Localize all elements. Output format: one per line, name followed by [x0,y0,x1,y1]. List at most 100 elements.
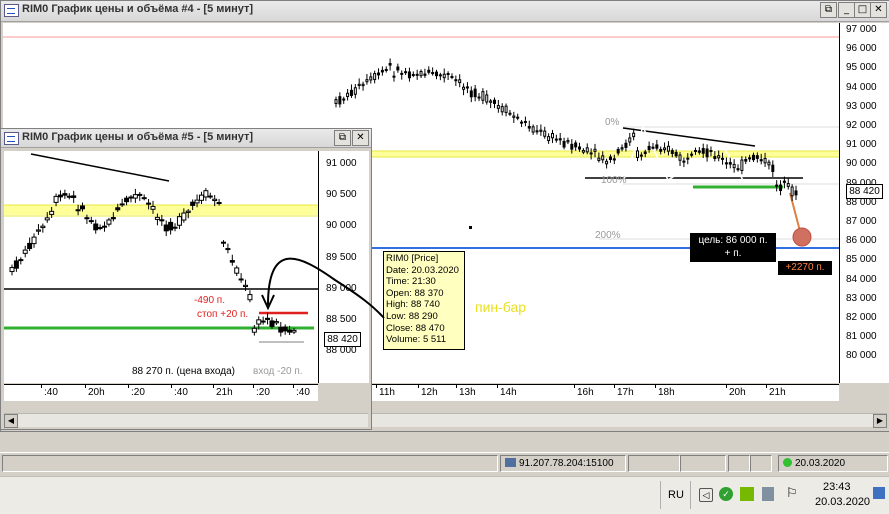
main-horizontal-scrollbar[interactable]: ▶ [371,413,887,428]
candle-body [44,217,50,221]
candle-body [782,180,786,183]
candle-body [636,150,640,158]
status-bar: 91.207.78.204:15100 20.03.2020 [0,452,889,473]
candle-body [137,193,143,196]
taskbar: RU ◁ ✓ ⚐ 23:43 20.03.2020 [0,476,889,514]
small-scroll-left-arrow[interactable]: ◀ [4,414,18,428]
clock-date[interactable]: 20.03.2020 [815,496,870,508]
candle-body [190,201,196,206]
candle-body [427,69,431,73]
target-box: цель: 86 000 п. + п. [690,233,776,262]
candle-body [690,153,694,156]
minimize-button[interactable]: _ [838,2,855,18]
main-time-tick-mark [726,385,727,388]
candle-body [450,76,454,79]
candle-body [674,151,678,157]
main-time-tick-mark [376,385,377,388]
candle-body [35,229,41,232]
candle-body [198,194,204,201]
candle-body [282,326,288,332]
small-price-chart[interactable]: -490 п. стоп +20 п. 88 270 п. (цена вход… [4,151,318,383]
candle-body [238,278,244,281]
candle-body [442,73,446,79]
trend-line [622,127,756,147]
yellow-level-band [371,151,839,157]
candle-body [150,205,156,210]
candle-body [13,260,19,269]
main-time-tick-mark [766,385,767,388]
small-close-button[interactable]: ✕ [352,130,369,146]
candle-body [678,154,682,161]
maximize-button[interactable]: □ [854,2,871,18]
nvidia-icon[interactable] [740,487,754,501]
show-desktop-icon[interactable] [873,487,885,499]
main-price-tick-label: 86 000 [846,235,877,247]
candle-body [531,126,535,133]
tooltip-title: RIM0 [Price] [386,253,439,264]
language-indicator[interactable]: RU [668,489,684,501]
candle-body [558,138,562,141]
candle-body [763,157,767,164]
scroll-right-arrow[interactable]: ▶ [873,414,887,428]
main-time-tick-label: 18h [658,387,675,398]
candle-body [566,140,570,143]
candle-body [771,164,775,173]
candle-body [632,132,636,138]
candle-body [512,115,516,118]
network-tray-icon[interactable] [762,487,774,501]
candle-body [458,79,462,84]
small-price-tick-label: 90 000 [326,220,357,232]
main-price-tick-label: 92 000 [846,120,877,131]
target-box-line1: цель: 86 000 п. [698,235,768,246]
candle-body [415,73,419,76]
small-price-axis[interactable]: 91 000 90 500 90 000 89 500 89 000 88 500 88 0… [318,151,369,383]
candle-body [523,120,527,123]
candle-body [400,72,404,75]
candle-body [755,155,759,159]
main-price-tick-label: 96 000 [846,43,877,55]
candle-body [721,157,725,160]
candle-body [728,162,732,165]
main-time-tick-label: 17h [617,387,634,398]
clock-time[interactable]: 23:43 [823,481,851,493]
candle-body [40,225,46,229]
candle-body [361,83,365,87]
candle-body [392,75,396,78]
candle-body [686,157,690,160]
target-box-line2: + п. [724,248,742,259]
volume-icon[interactable]: ◁ [699,488,713,502]
main-price-tick-label: 82 000 [846,312,877,323]
small-time-axis[interactable]: :40 20h:20:40 21h:20:40 [4,384,318,401]
restore-button[interactable]: ⧉ [820,2,837,18]
small-titlebar[interactable]: RIM0 График цены и объёма #5 - [5 минут]… [1,129,371,148]
status-ok-icon [783,458,792,467]
connection-status[interactable]: 91.207.78.204:15100 [500,455,626,472]
tooltip-open: Open: 88 370 [386,287,444,299]
main-price-axis[interactable]: 97 000 96 000 95 000 94 000 93 000 92 000 91 0… [839,23,889,383]
main-current-price: 88 420 [846,184,883,199]
fib-100-label: 100% [601,175,627,186]
small-horizontal-scrollbar[interactable]: ◀ [4,413,368,428]
candle-body [570,143,574,150]
close-button[interactable]: ✕ [870,2,887,18]
candle-body [49,210,55,215]
small-time-tick-label: :40 [44,387,58,398]
candle-body [612,158,616,161]
candle-body [504,105,508,113]
candle-body [119,203,125,206]
pin-bar-label: пин-бар [475,299,527,315]
main-titlebar[interactable]: RIM0 График цены и объёма #4 - [5 минут]… [1,1,889,22]
candle-body [80,205,85,210]
small-restore-button[interactable]: ⧉ [334,130,351,146]
main-time-tick-label: 16h [577,387,594,398]
tooltip-high: High: 88 740 [386,299,440,311]
small-chart-svg [4,153,318,343]
candle-body [748,157,752,160]
candle-body [22,249,28,254]
profit-box: +2270 п. [778,261,832,275]
flag-icon[interactable]: ⚐ [786,487,798,501]
candle-body [66,195,72,198]
shield-icon[interactable]: ✓ [719,487,733,501]
main-price-tick-label: 93 000 [846,100,877,112]
candle-body [388,62,392,66]
